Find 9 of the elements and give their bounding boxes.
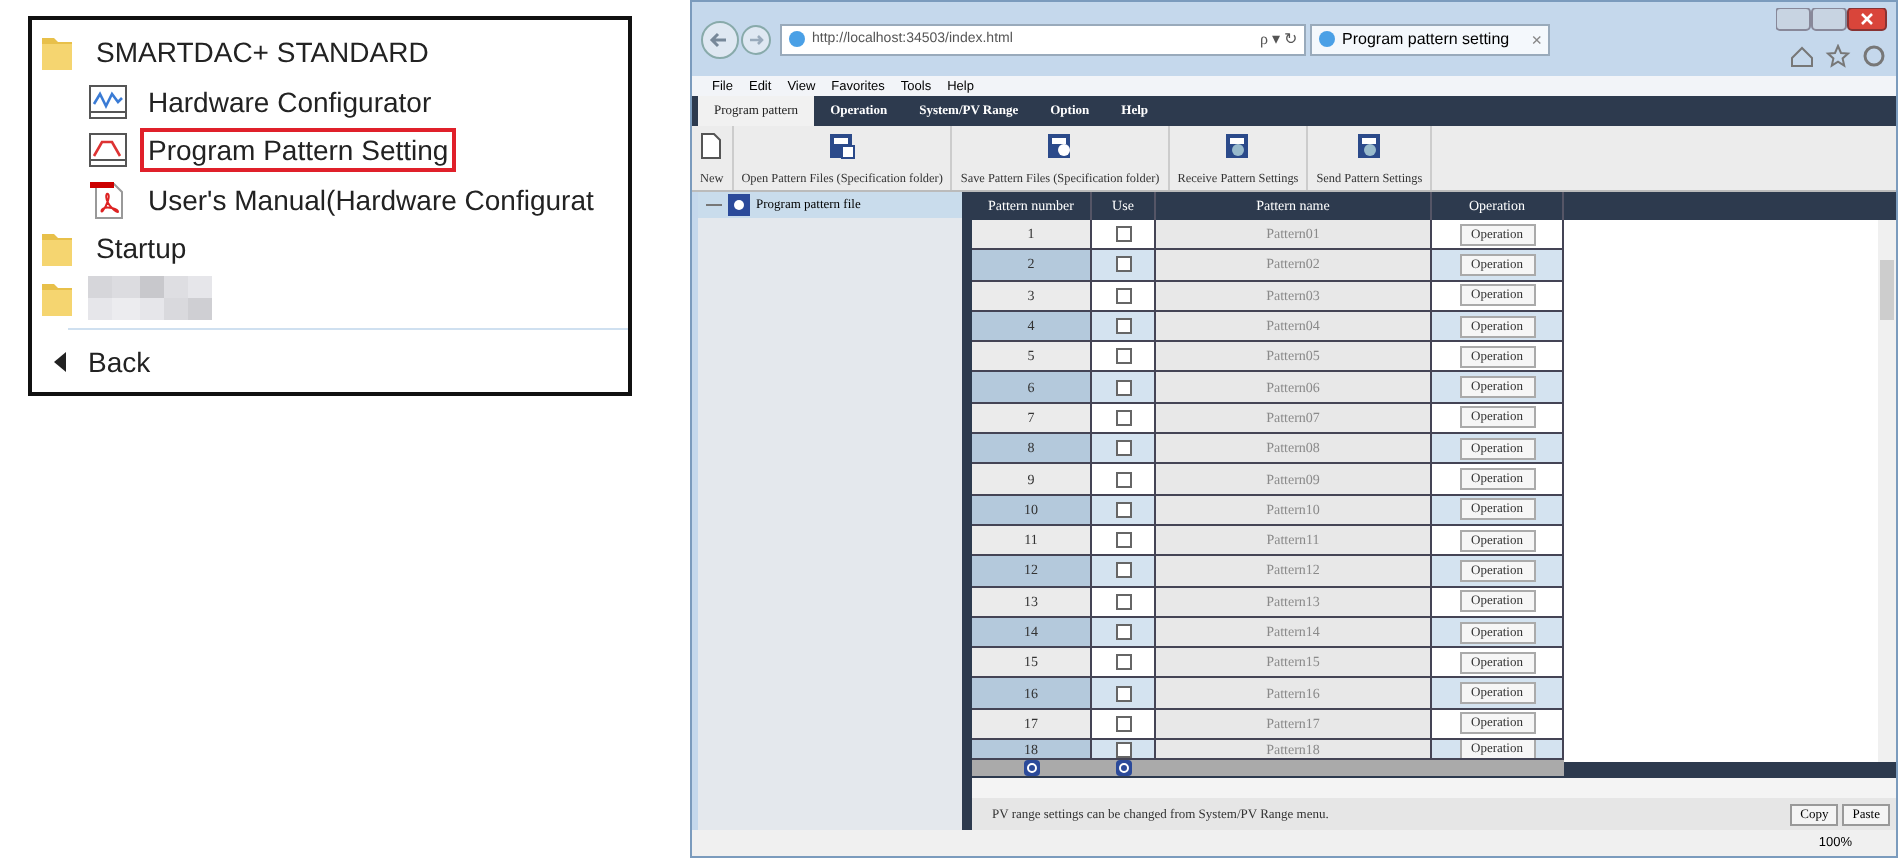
menu-item[interactable]: Program Pattern Setting xyxy=(140,128,457,173)
back-button[interactable]: Back xyxy=(80,340,159,385)
menu-item[interactable]: Startup xyxy=(88,226,195,271)
browser-tab[interactable]: Program pattern setting × xyxy=(1310,23,1550,55)
menu-item[interactable]: SMARTDAC+ STANDARD xyxy=(88,30,437,75)
search-refresh-glyphs[interactable]: ρ ▾ ↻ xyxy=(1260,30,1298,48)
menu-item[interactable]: User's Manual(Hardware Configurat xyxy=(140,177,602,222)
menu-item[interactable]: Hardware Configurator xyxy=(140,79,440,124)
tab-title: Program pattern setting xyxy=(1342,30,1512,48)
